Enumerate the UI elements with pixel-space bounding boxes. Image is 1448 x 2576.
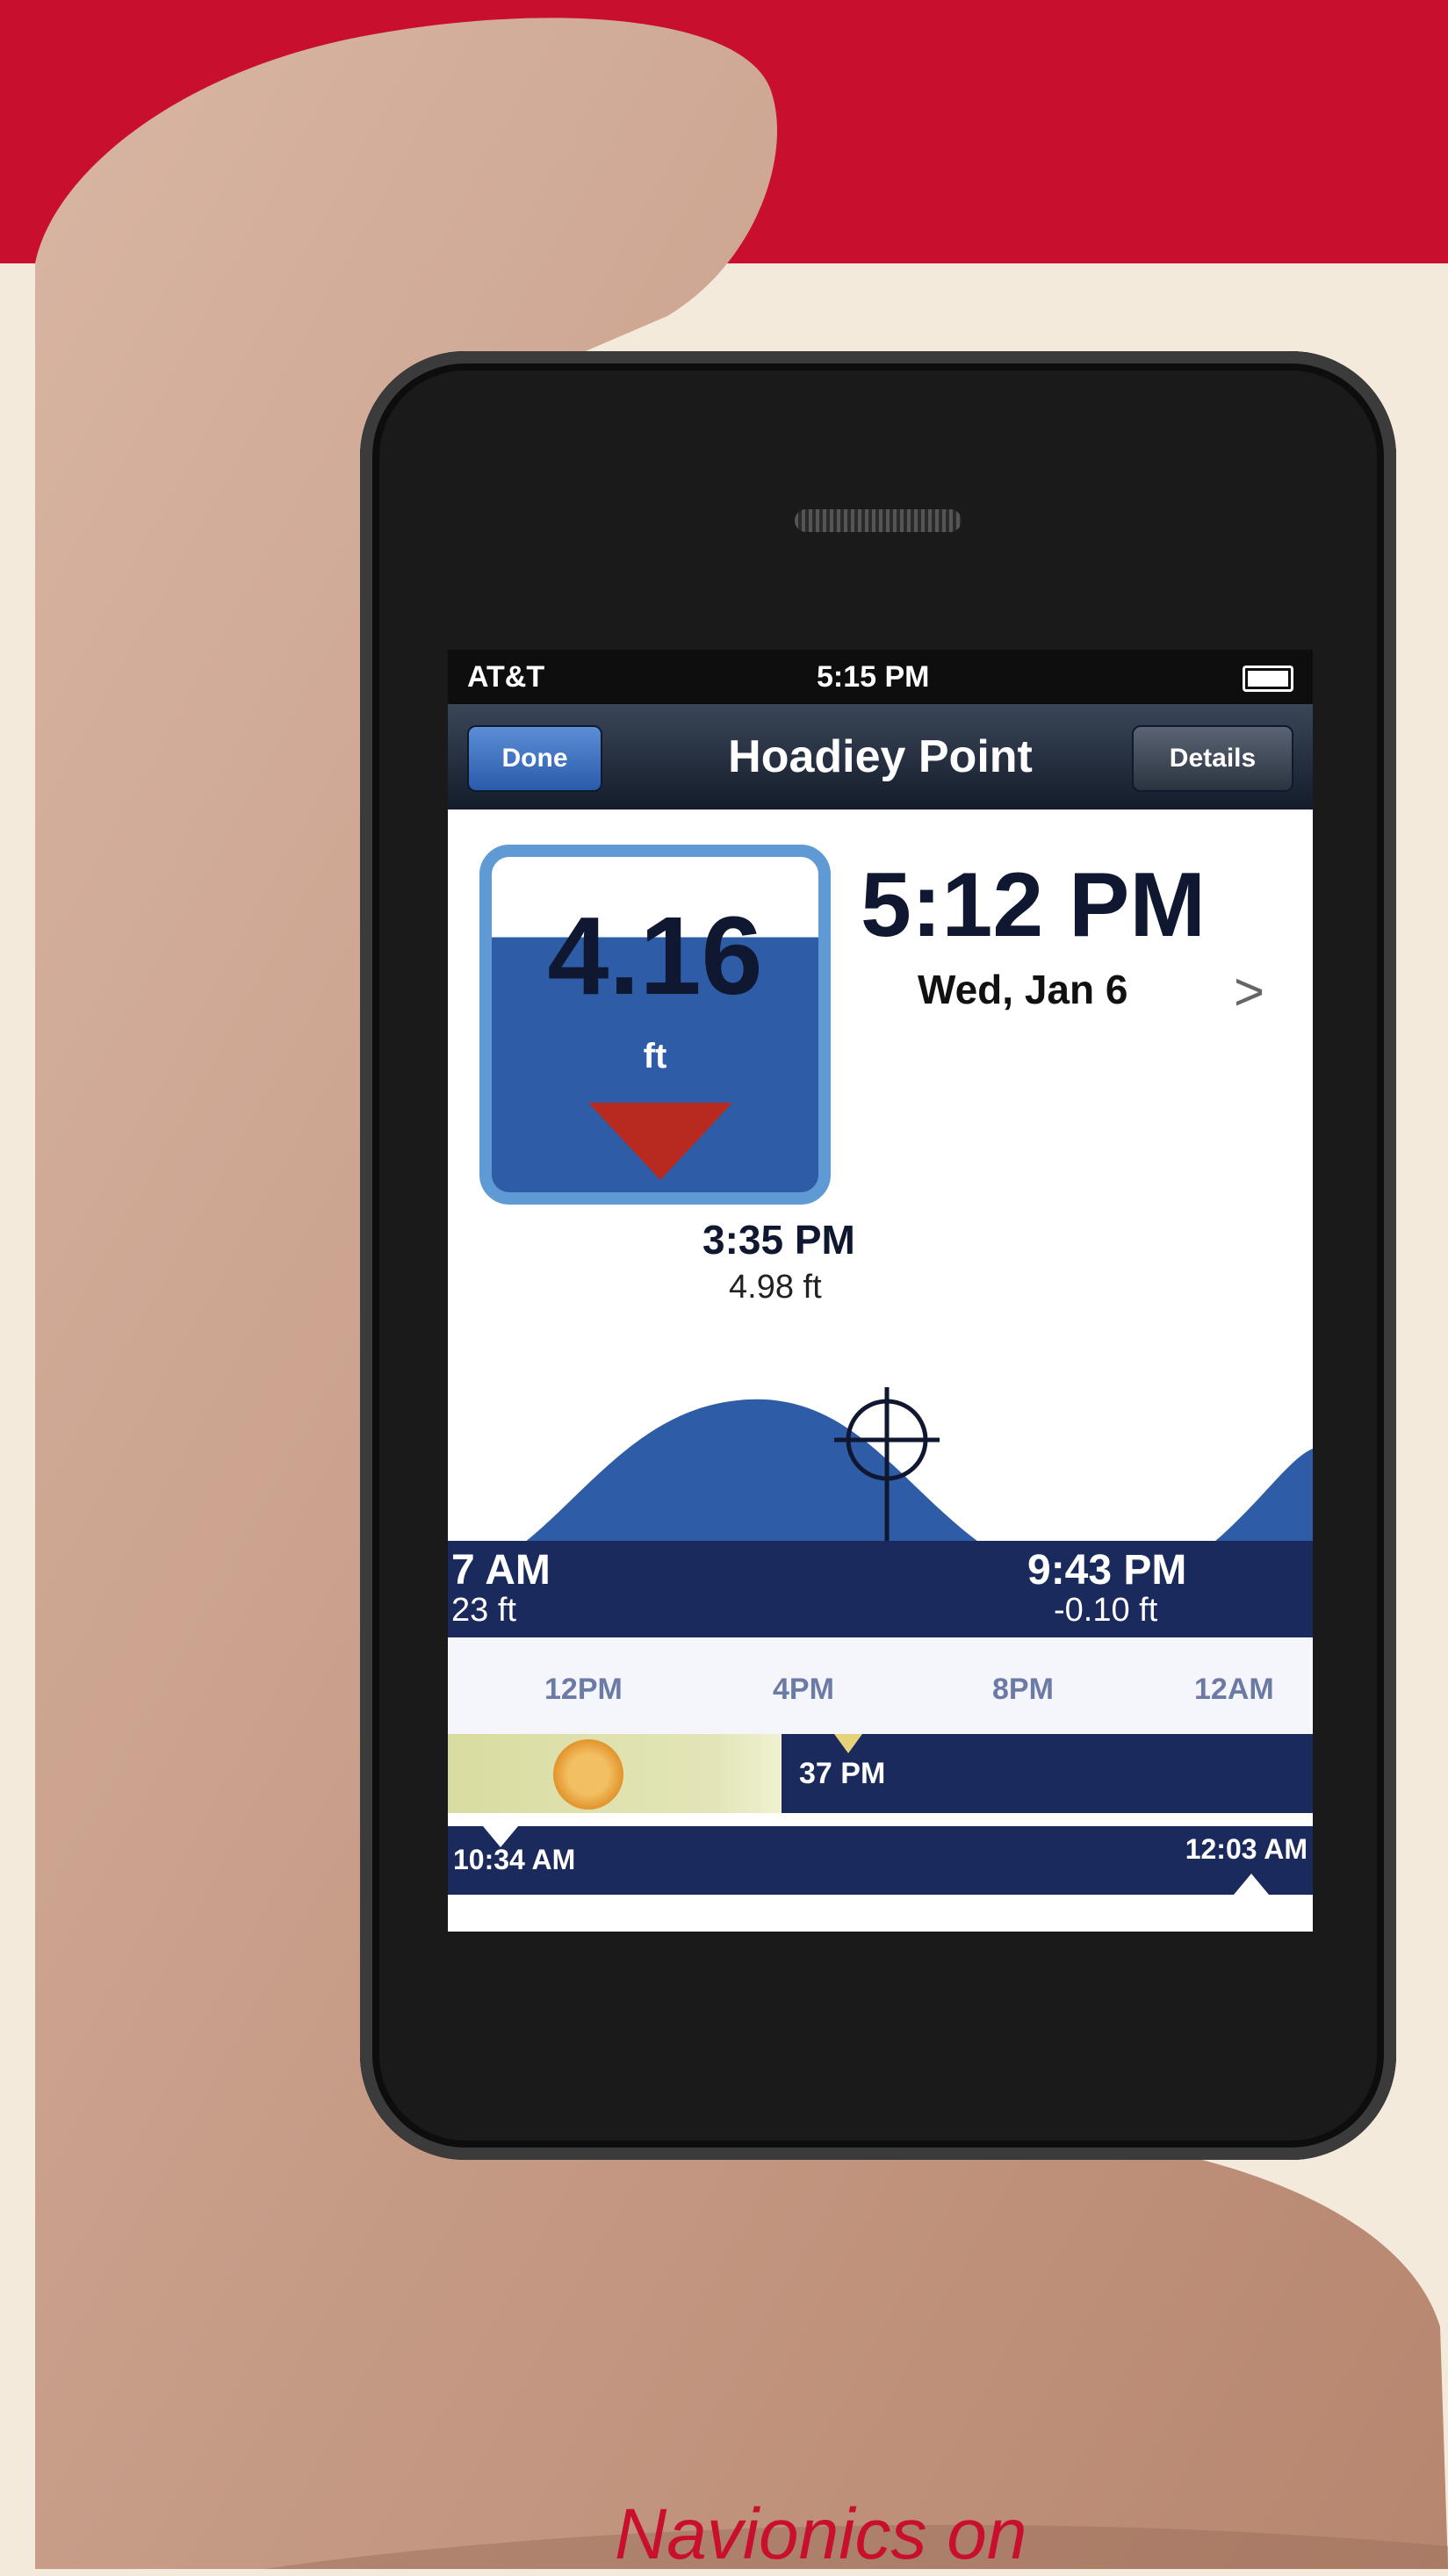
carrier-label: AT&T (467, 660, 545, 694)
axis-tick: 8PM (992, 1673, 1054, 1706)
phone-screen: AT&T 5:15 PM Done Hoadiey Point Details … (448, 650, 1313, 1932)
time-axis: 12PM 4PM 8PM 12AM (448, 1637, 1313, 1734)
chevron-right-icon[interactable]: > (1234, 961, 1264, 1022)
navigation-bar: Done Hoadiey Point Details (448, 704, 1313, 809)
low-tide-right-time: 9:43 PM (1027, 1547, 1187, 1594)
moonrise-time: 10:34 AM (453, 1844, 576, 1875)
tide-level-tile: 4.16 ft (479, 845, 831, 1205)
low-tide-bar: 7 AM 23 ft 9:43 PM -0.10 ft (448, 1541, 1313, 1637)
sun-bar: 37 PM (448, 1734, 1313, 1813)
caption: Navionics on (615, 2494, 1027, 2574)
high-tide-height: 4.98 ft (729, 1269, 822, 1306)
low-tide-left-height: 23 ft (451, 1592, 516, 1629)
axis-tick: 12PM (544, 1673, 623, 1706)
sunset-time: 37 PM (799, 1757, 886, 1790)
battery-icon (1243, 666, 1293, 692)
clock-label: 5:15 PM (817, 660, 930, 694)
low-tide-left-time: 7 AM (451, 1547, 551, 1594)
details-button[interactable]: Details (1132, 725, 1293, 792)
falling-arrow-icon (588, 1103, 732, 1180)
moonset-time: 12:03 AM (1185, 1833, 1308, 1865)
low-tide-right-height: -0.10 ft (1054, 1592, 1158, 1629)
moon-bar: 10:34 AM 12:03 AM (448, 1826, 1313, 1895)
tide-height-unit: ft (643, 1037, 667, 1076)
axis-tick: 4PM (773, 1673, 834, 1706)
sun-icon (553, 1739, 623, 1810)
status-bar: AT&T 5:15 PM (448, 650, 1313, 704)
current-date: Wed, Jan 6 (918, 967, 1128, 1012)
axis-tick: 12AM (1194, 1673, 1274, 1706)
sunset-marker-icon (834, 1734, 862, 1753)
current-time: 5:12 PM (861, 854, 1207, 956)
tide-height-value: 4.16 (547, 894, 763, 1018)
high-tide-time: 3:35 PM (702, 1217, 855, 1263)
moonset-marker-icon (1234, 1874, 1269, 1895)
earpiece-speaker (795, 509, 962, 532)
